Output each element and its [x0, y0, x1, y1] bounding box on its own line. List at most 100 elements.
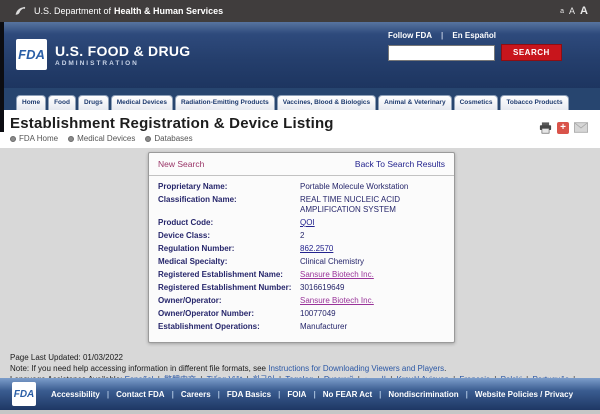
breadcrumb-item-fda-home[interactable]: FDA Home: [10, 134, 58, 143]
footer-link-accessibility[interactable]: Accessibility: [51, 390, 100, 399]
footer-links: Accessibility | Contact FDA | Careers | FDA Ba…: [36, 390, 588, 399]
page-action-icons: +: [539, 122, 588, 148]
font-size-control-fs-m[interactable]: A: [569, 6, 575, 16]
hhs-top-bar: U.S. Department of Health & Human Servic…: [0, 0, 600, 22]
font-size-controls: aAA: [560, 0, 588, 22]
table-row-device-class: Device Class:2: [158, 231, 445, 241]
breadcrumb-label: Medical Devices: [77, 134, 135, 143]
formats-note: Note: If you need help accessing informa…: [10, 363, 590, 374]
fda-logo[interactable]: FDA: [16, 39, 47, 70]
row-value-link-862-2570[interactable]: 862.2570: [300, 244, 333, 253]
footer-link-contact-fda[interactable]: Contact FDA: [116, 390, 164, 399]
footer-link-foia[interactable]: FOIA: [287, 390, 306, 399]
breadcrumb-bullet-icon: [10, 136, 16, 142]
breadcrumb-item-medical-devices[interactable]: Medical Devices: [68, 134, 135, 143]
search-input[interactable]: [388, 45, 495, 61]
device-detail-table: Proprietary Name:Portable Molecule Works…: [149, 176, 454, 342]
breadcrumb-label: Databases: [154, 134, 192, 143]
primary-nav: HomeFoodDrugsMedical DevicesRadiation-Em…: [0, 88, 600, 110]
nav-tab-vaccines-blood-biologics[interactable]: Vaccines, Blood & Biologics: [277, 95, 376, 110]
row-value: QOI: [300, 218, 445, 228]
nav-tab-food[interactable]: Food: [48, 95, 76, 110]
breadcrumb-item-databases[interactable]: Databases: [145, 134, 192, 143]
footer-link-nondiscrimination[interactable]: Nondiscrimination: [388, 390, 458, 399]
site-header: FDA U.S. FOOD & DRUG ADMINISTRATION Foll…: [0, 22, 600, 88]
row-value-link-sansure-biotech-inc[interactable]: Sansure Biotech Inc.: [300, 270, 374, 279]
row-value-text: 3016619649: [300, 283, 345, 292]
page-last-updated: Page Last Updated: 01/03/2022: [10, 352, 590, 363]
page-title: Establishment Registration & Device List…: [10, 115, 334, 132]
row-value: Sansure Biotech Inc.: [300, 296, 445, 306]
note-text: Note: If you need help accessing informa…: [10, 364, 268, 373]
font-size-control-fs-s[interactable]: a: [560, 8, 564, 15]
breadcrumb-bullet-icon: [68, 136, 74, 142]
row-label: Registered Establishment Number:: [158, 283, 300, 293]
footer-link-fda-basics[interactable]: FDA Basics: [227, 390, 271, 399]
table-row-product-code: Product Code:QOI: [158, 218, 445, 228]
fda-brand[interactable]: FDA U.S. FOOD & DRUG ADMINISTRATION: [16, 39, 190, 70]
footer-bar: FDA Accessibility | Contact FDA | Careers | FD…: [0, 378, 600, 410]
nav-tab-tobacco-products[interactable]: Tobacco Products: [500, 95, 568, 110]
row-value-link-qoi[interactable]: QOI: [300, 218, 315, 227]
print-icon[interactable]: [539, 122, 552, 134]
row-label: Owner/Operator:: [158, 296, 300, 306]
row-value-text: Clinical Chemistry: [300, 257, 364, 266]
header-link-separator: |: [441, 31, 443, 40]
row-value-text: 2: [300, 231, 304, 240]
email-icon[interactable]: [574, 122, 588, 133]
footer-link-separator: |: [107, 390, 109, 399]
table-row-medical-specialty: Medical Specialty:Clinical Chemistry: [158, 257, 445, 267]
hhs-dept-name: Health & Human Services: [114, 6, 223, 16]
footer-link-separator: |: [466, 390, 468, 399]
header-search-area: Follow FDA | En Español SEARCH: [388, 31, 562, 61]
font-size-control-fs-l[interactable]: A: [580, 5, 588, 17]
nav-tab-home[interactable]: Home: [16, 95, 46, 110]
table-row-registered-establishment-name: Registered Establishment Name:Sansure Bi…: [158, 270, 445, 280]
footer-link-separator: |: [218, 390, 220, 399]
footer-link-separator: |: [172, 390, 174, 399]
nav-tab-animal-veterinary[interactable]: Animal & Veterinary: [378, 95, 451, 110]
search-button[interactable]: SEARCH: [501, 44, 562, 61]
breadcrumb-label: FDA Home: [19, 134, 58, 143]
downloading-viewers-link[interactable]: Instructions for Downloading Viewers and…: [268, 364, 444, 373]
follow-fda-link[interactable]: Follow FDA: [388, 31, 432, 40]
row-value: Portable Molecule Workstation: [300, 182, 445, 192]
device-listing-panel: New Search Back To Search Results Propri…: [148, 152, 455, 343]
back-to-search-results-link[interactable]: Back To Search Results: [355, 159, 445, 169]
table-row-owner-operator-number: Owner/Operator Number:10077049: [158, 309, 445, 319]
table-row-regulation-number: Regulation Number:862.2570: [158, 244, 445, 254]
window-left-edge: [0, 22, 4, 132]
row-label: Product Code:: [158, 218, 300, 228]
nav-tab-cosmetics[interactable]: Cosmetics: [454, 95, 499, 110]
nav-tab-radiation-emitting-products[interactable]: Radiation-Emitting Products: [175, 95, 275, 110]
row-value-link-sansure-biotech-inc[interactable]: Sansure Biotech Inc.: [300, 296, 374, 305]
breadcrumb: FDA Home Medical Devices Databases: [10, 134, 334, 143]
row-value: 10077049: [300, 309, 445, 319]
bottom-strip: [0, 410, 600, 414]
row-value-text: Manufacturer: [300, 322, 347, 331]
brand-subtitle: ADMINISTRATION: [55, 60, 190, 67]
row-value: Clinical Chemistry: [300, 257, 445, 267]
footer-link-separator: |: [278, 390, 280, 399]
row-value-text: Portable Molecule Workstation: [300, 182, 408, 191]
footer-fda-logo[interactable]: FDA: [12, 382, 36, 406]
hhs-eagle-icon: [14, 5, 27, 18]
table-row-registered-establishment-number: Registered Establishment Number:30166196…: [158, 283, 445, 293]
footer-link-website-policies-privacy[interactable]: Website Policies / Privacy: [475, 390, 573, 399]
nav-tab-medical-devices[interactable]: Medical Devices: [111, 95, 173, 110]
share-icon[interactable]: +: [557, 122, 569, 134]
row-label: Regulation Number:: [158, 244, 300, 254]
row-label: Proprietary Name:: [158, 182, 300, 192]
row-label: Classification Name:: [158, 195, 300, 215]
hhs-dept-prefix: U.S. Department of: [34, 6, 111, 16]
en-espanol-link[interactable]: En Español: [452, 31, 496, 40]
row-value-text: REAL TIME NUCLEIC ACID AMPLIFICATION SYS…: [300, 195, 400, 214]
footer-link-careers[interactable]: Careers: [181, 390, 211, 399]
page-title-bar: Establishment Registration & Device List…: [0, 110, 600, 148]
row-value-text: 10077049: [300, 309, 336, 318]
row-label: Establishment Operations:: [158, 322, 300, 332]
footer-link-no-fear-act[interactable]: No FEAR Act: [323, 390, 372, 399]
new-search-link[interactable]: New Search: [158, 159, 204, 169]
nav-tab-drugs[interactable]: Drugs: [78, 95, 109, 110]
row-value: 2: [300, 231, 445, 241]
